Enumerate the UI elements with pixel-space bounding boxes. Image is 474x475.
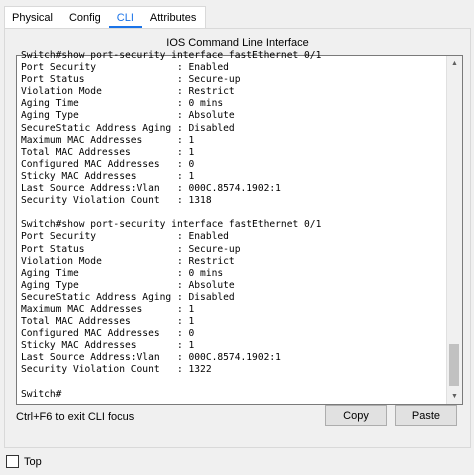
terminal-line: Total MAC Addresses : 1 [21, 316, 195, 328]
cli-panel: IOS Command Line Interface Switch#show p… [4, 28, 471, 448]
top-checkbox[interactable] [6, 455, 19, 468]
terminal-line: Total MAC Addresses : 1 [21, 146, 195, 158]
scroll-up-arrow-icon[interactable]: ▲ [447, 56, 462, 71]
panel-title: IOS Command Line Interface [166, 37, 309, 49]
terminal-line: Last Source Address:Vlan : 000C.8574.190… [21, 183, 281, 195]
top-checkbox-label: Top [24, 455, 42, 468]
terminal-line: Aging Type : Absolute [21, 110, 235, 122]
terminal-line: Violation Mode : Restrict [21, 86, 235, 98]
terminal-line: Switch#show port-security interface fast… [21, 50, 322, 61]
terminal-output[interactable]: Switch#show port-security interface fast… [21, 50, 441, 402]
terminal-line: Aging Time : 0 mins [21, 267, 224, 279]
tab-config[interactable]: Config [61, 8, 109, 28]
tab-attributes[interactable]: Attributes [142, 8, 204, 28]
terminal-line: Switch#show port-security interface fast… [21, 219, 322, 231]
scroll-thumb[interactable] [449, 344, 459, 386]
terminal-line: Maximum MAC Addresses : 1 [21, 134, 195, 146]
terminal-line: Aging Type : Absolute [21, 279, 235, 291]
terminal-line: Configured MAC Addresses : 0 [21, 158, 195, 170]
terminal-line: Configured MAC Addresses : 0 [21, 328, 195, 340]
top-option[interactable]: Top [6, 455, 42, 468]
terminal-line: Port Security : Enabled [21, 62, 229, 74]
terminal-line: Port Status : Secure-up [21, 243, 241, 255]
terminal-line: Last Source Address:Vlan : 000C.8574.190… [21, 352, 281, 364]
tab-bar: Physical Config CLI Attributes [4, 6, 204, 28]
terminal-line: Security Violation Count : 1322 [21, 364, 212, 376]
terminal-frame[interactable]: Switch#show port-security interface fast… [16, 50, 463, 405]
terminal-scrollbar[interactable]: ▲ ▼ [446, 56, 462, 404]
terminal-line: Security Violation Count : 1318 [21, 195, 212, 207]
terminal-line: Sticky MAC Addresses : 1 [21, 170, 195, 182]
cli-focus-hint: Ctrl+F6 to exit CLI focus [16, 411, 135, 423]
scroll-down-arrow-icon[interactable]: ▼ [447, 389, 462, 404]
terminal-line: Violation Mode : Restrict [21, 255, 235, 267]
terminal-line: Port Status : Secure-up [21, 74, 241, 86]
terminal-line: SecureStatic Address Aging : Disabled [21, 122, 235, 134]
paste-button[interactable]: Paste [395, 405, 457, 426]
tab-cli[interactable]: CLI [108, 8, 142, 28]
terminal-line: SecureStatic Address Aging : Disabled [21, 291, 235, 303]
tab-physical[interactable]: Physical [4, 8, 61, 28]
terminal-line: Switch# [21, 388, 62, 400]
terminal-line: Port Security : Enabled [21, 231, 229, 243]
copy-button[interactable]: Copy [325, 405, 387, 426]
terminal-line: Maximum MAC Addresses : 1 [21, 303, 195, 315]
terminal-line: Aging Time : 0 mins [21, 98, 224, 110]
terminal-line: Sticky MAC Addresses : 1 [21, 340, 195, 352]
